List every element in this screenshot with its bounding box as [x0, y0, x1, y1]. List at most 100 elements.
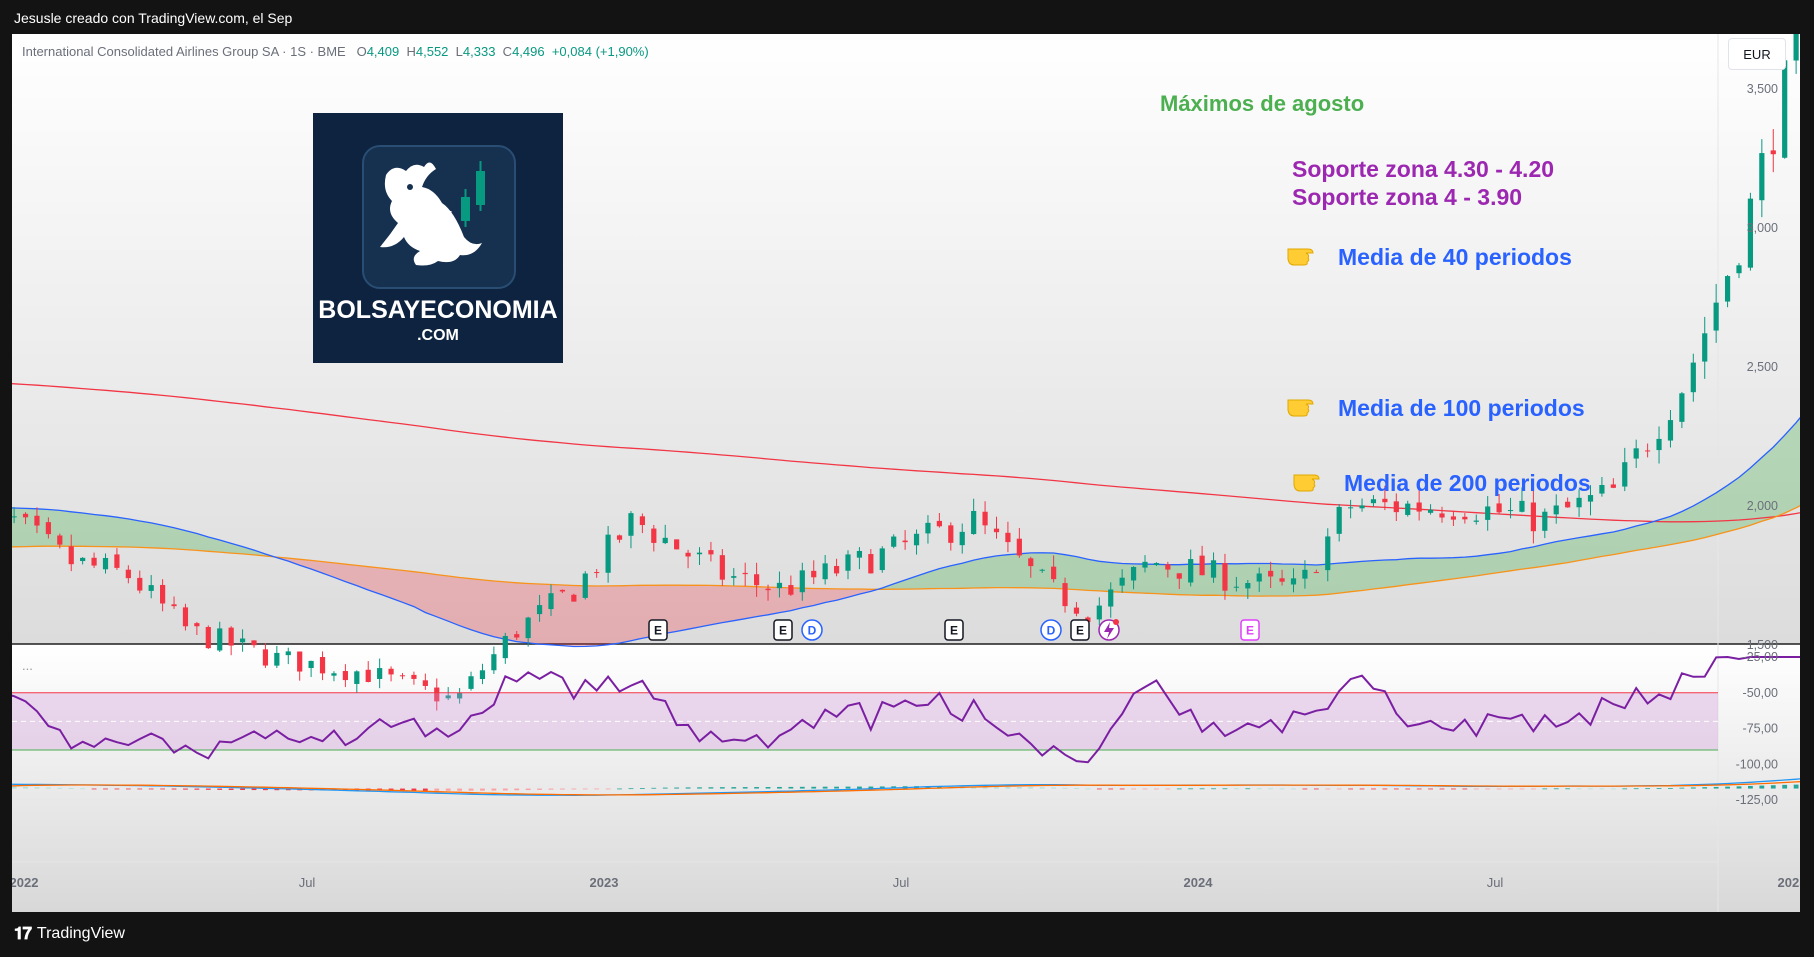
- candle-body: [1370, 499, 1377, 504]
- macd-histogram-bar: [1393, 788, 1399, 790]
- tradingview-brand[interactable]: 𝟏𝟕 TradingView: [14, 924, 125, 944]
- macd-histogram-bar: [194, 788, 200, 790]
- candle-body: [205, 627, 211, 649]
- candle-body: [639, 516, 645, 526]
- event-marker-label: D: [808, 624, 817, 638]
- candle-body: [125, 569, 131, 579]
- macd-histogram-bar: [1725, 786, 1730, 789]
- candle-body: [102, 557, 109, 570]
- macd-histogram-bar: [1679, 787, 1685, 789]
- macd-histogram-bar: [822, 786, 828, 789]
- currency-button[interactable]: EUR: [1728, 38, 1786, 70]
- macd-histogram-bar: [857, 786, 862, 789]
- candle-body: [297, 651, 303, 672]
- candle-body: [194, 623, 200, 627]
- legend-close: 4,496: [512, 44, 545, 59]
- candle-body: [411, 674, 417, 679]
- candle-body: [833, 565, 840, 574]
- macd-histogram-bar: [651, 787, 657, 789]
- candle-body: [514, 634, 520, 638]
- candle-body: [217, 628, 223, 651]
- candle-body: [1793, 34, 1799, 61]
- macd-histogram-bar: [708, 787, 714, 789]
- event-marker-label: E: [654, 624, 662, 638]
- candle-body: [1268, 570, 1274, 577]
- candle-body: [1051, 566, 1057, 580]
- candle-body: [1028, 558, 1034, 567]
- candle-body: [1553, 505, 1559, 515]
- macd-histogram-bar: [1782, 784, 1788, 789]
- chart-frame[interactable]: EEDEDEE 4,4965,0004,5004,0003,5003,0002,…: [12, 34, 1800, 912]
- candle-body: [582, 573, 588, 598]
- macd-histogram-bar: [1736, 786, 1742, 789]
- macd-histogram-bar: [125, 788, 131, 790]
- macd-histogram-bar: [34, 787, 40, 789]
- candle-body: [1496, 503, 1502, 513]
- candle-body: [856, 550, 863, 558]
- candle-body: [1565, 501, 1571, 508]
- candle-body: [959, 531, 965, 546]
- legend-high-label: H: [406, 44, 416, 59]
- footer-bar: [0, 912, 1814, 957]
- event-marker-label: E: [1076, 624, 1084, 638]
- candle-body: [616, 535, 623, 540]
- macd-histogram-bar: [137, 788, 143, 790]
- macd-histogram-bar: [114, 788, 120, 790]
- macd-histogram-bar: [788, 786, 794, 789]
- candle-body: [1439, 513, 1445, 518]
- candle-body: [1325, 536, 1331, 571]
- candle-body: [239, 638, 246, 643]
- tradingview-logo-icon: 𝟏𝟕: [14, 924, 32, 943]
- candle-body: [1690, 362, 1696, 393]
- candle-body: [1542, 511, 1548, 531]
- macd-histogram-bar: [1633, 788, 1639, 790]
- candle-body: [879, 548, 885, 571]
- price-tick-label: 2,500: [1747, 360, 1778, 374]
- candle-body: [708, 550, 714, 555]
- indicator-menu[interactable]: ...: [22, 658, 33, 673]
- candle-body: [1576, 497, 1582, 508]
- candle-body: [319, 656, 326, 674]
- macd-histogram-bar: [1748, 785, 1753, 789]
- macd-histogram-bar: [1222, 788, 1228, 790]
- legend-open-label: O: [356, 44, 367, 59]
- candle-body: [137, 577, 143, 591]
- macd-histogram-bar: [1336, 788, 1342, 790]
- candle-body: [662, 537, 668, 544]
- macd-histogram-bar: [560, 788, 565, 790]
- annotation-ma100: Media de 100 periodos: [1338, 395, 1585, 421]
- candle-body: [1005, 532, 1011, 543]
- macd-histogram-bar: [1451, 788, 1456, 790]
- macd-histogram-bar: [445, 788, 451, 791]
- candle-body: [913, 533, 920, 546]
- candle-body: [548, 593, 554, 610]
- candle-body: [605, 534, 611, 573]
- annotation-ma40: Media de 40 periodos: [1338, 244, 1572, 270]
- candle-body: [674, 539, 680, 550]
- candle-body: [68, 546, 74, 565]
- macd-histogram-bar: [1770, 785, 1776, 789]
- candle-body: [993, 528, 1000, 533]
- annotation-support-2: Soporte zona 4 - 3.90: [1292, 184, 1523, 210]
- macd-histogram-bar: [1119, 788, 1125, 790]
- candle-body: [1759, 153, 1765, 201]
- candle-body: [114, 554, 120, 568]
- candle-body: [1199, 555, 1205, 576]
- macd-histogram-bar: [594, 788, 600, 790]
- macd-histogram-bar: [1690, 787, 1696, 789]
- macd-histogram-bar: [422, 788, 428, 791]
- candle-body: [1473, 520, 1479, 522]
- macd-histogram-bar: [434, 788, 440, 791]
- macd-histogram-bar: [731, 787, 737, 789]
- candle-body: [148, 585, 154, 591]
- macd-histogram-bar: [217, 788, 223, 790]
- candle-body: [331, 673, 337, 676]
- macd-histogram-bar: [1256, 788, 1262, 790]
- candle-body: [765, 588, 771, 591]
- macd-histogram-bar: [1793, 784, 1799, 789]
- candle-body: [80, 557, 86, 562]
- macd-histogram-bar: [1096, 788, 1102, 790]
- macd-histogram-bar: [240, 788, 245, 791]
- candle-body: [1188, 559, 1194, 583]
- event-marker-label: E: [779, 624, 787, 638]
